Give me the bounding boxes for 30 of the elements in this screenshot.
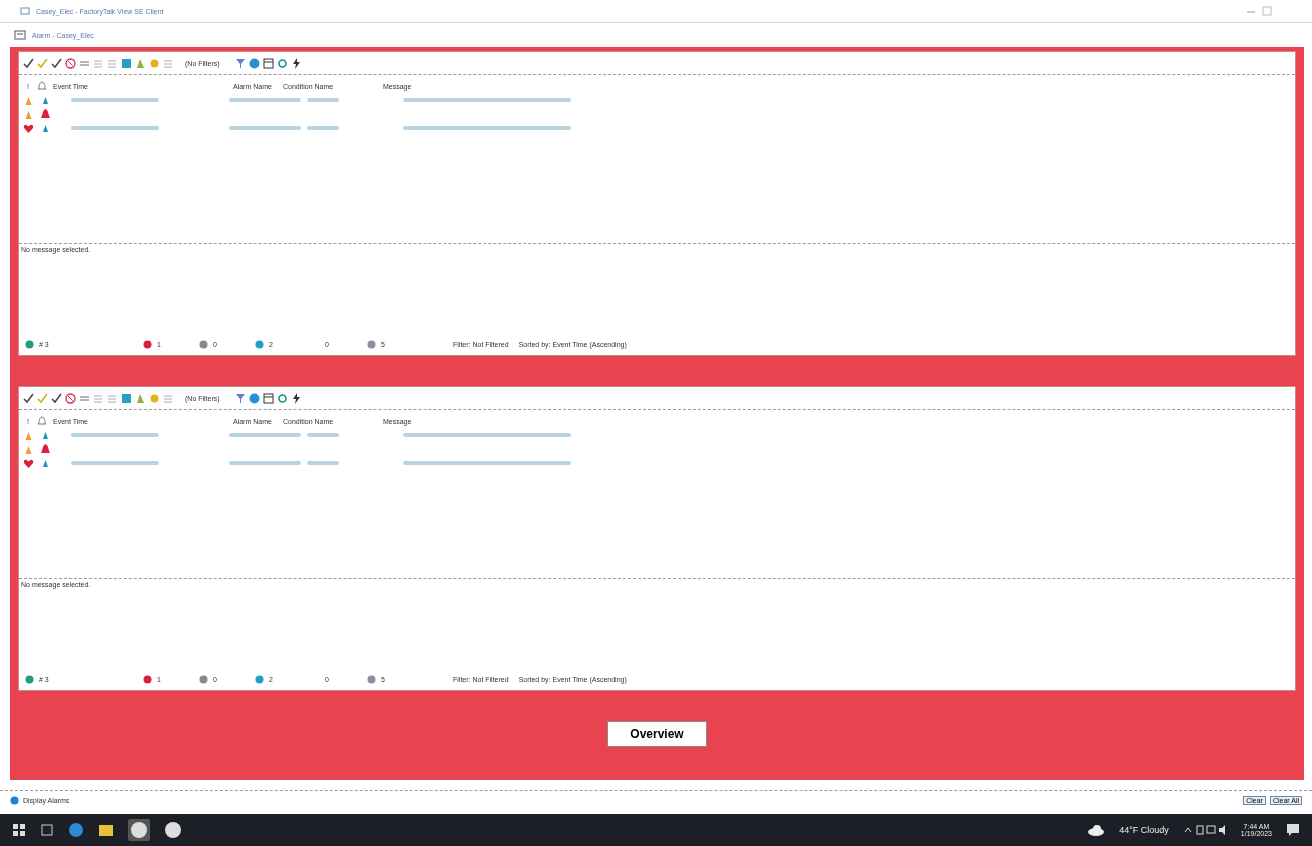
overview-button[interactable]: Overview (607, 721, 707, 747)
toolbar-icon[interactable] (262, 57, 274, 69)
weather-text[interactable]: 44°F Cloudy (1119, 825, 1169, 835)
toolbar-icon[interactable] (290, 392, 302, 404)
blurred-text (229, 126, 301, 130)
toolbar-icon[interactable] (23, 392, 34, 404)
blurred-text (307, 433, 339, 437)
app-taskbar-icon[interactable] (128, 819, 150, 841)
task-view-icon[interactable] (40, 823, 54, 837)
toolbar-icon[interactable] (51, 392, 62, 404)
blurred-text (307, 98, 339, 102)
start-icon[interactable] (12, 823, 26, 837)
alarm-display-icon (14, 30, 26, 40)
toolbar-icon[interactable] (262, 392, 274, 404)
info-icon (10, 795, 19, 805)
blurred-text (307, 126, 339, 130)
notification-icon[interactable] (1286, 823, 1300, 837)
tray-icons-drawing[interactable] (1182, 824, 1227, 836)
toolbar-icon[interactable] (23, 57, 34, 69)
folder-icon[interactable] (98, 822, 114, 838)
blurred-text (307, 461, 339, 465)
toolbar-icon[interactable] (290, 57, 302, 69)
toolbar-icon[interactable] (51, 57, 62, 69)
app-taskbar-icon[interactable] (164, 821, 182, 839)
blurred-text (229, 461, 301, 465)
browser-icon[interactable] (68, 822, 84, 838)
app-icon (20, 6, 30, 16)
cloud-icon (1087, 824, 1106, 836)
blurred-text (229, 433, 301, 437)
blurred-text (229, 98, 301, 102)
